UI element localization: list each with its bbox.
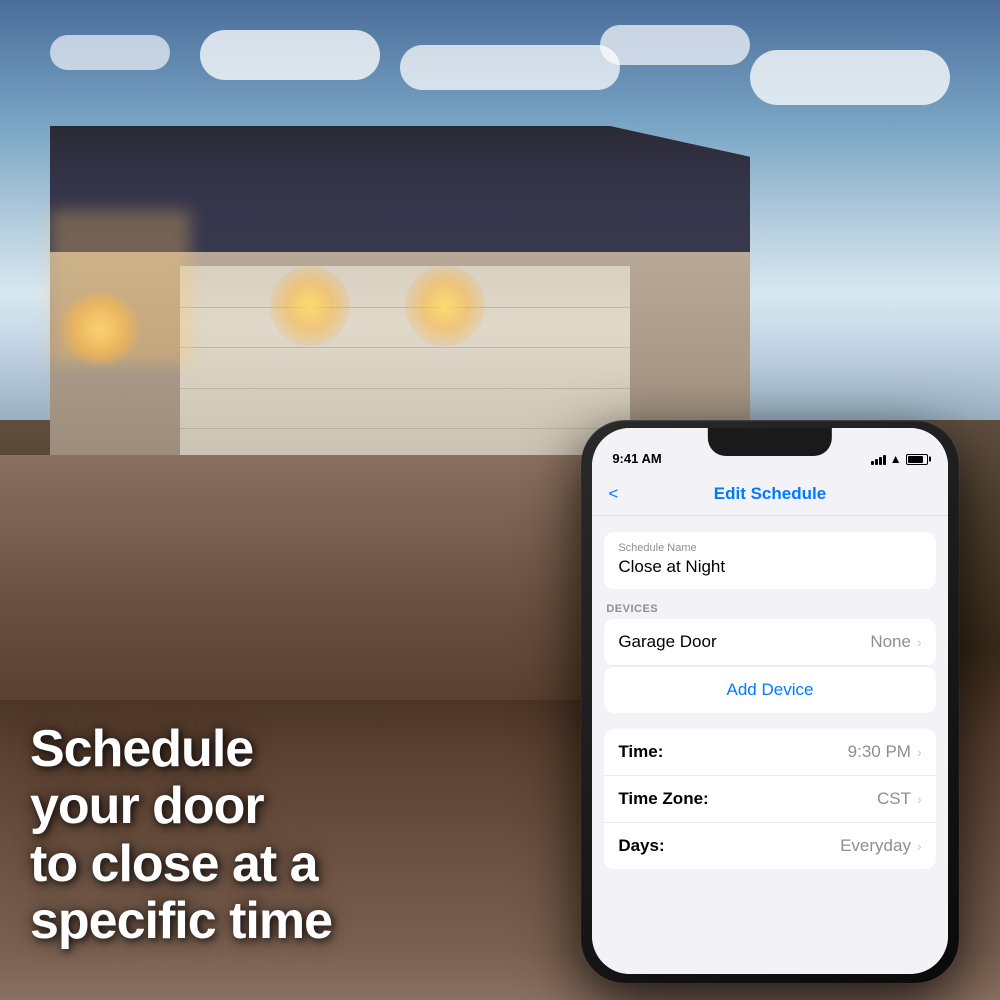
bar2	[875, 459, 878, 465]
schedule-name-section: Schedule Name Close at Night	[604, 532, 935, 589]
days-label: Days:	[618, 836, 664, 856]
device-status: None	[870, 632, 911, 652]
days-chevron: ›	[917, 838, 922, 854]
timezone-right: CST ›	[877, 789, 922, 809]
app-content: Schedule Name Close at Night DEVICES Gar…	[592, 516, 947, 974]
timezone-row[interactable]: Time Zone: CST ›	[604, 776, 935, 823]
devices-section-header: DEVICES	[592, 589, 947, 619]
wifi-icon: ▲	[890, 452, 902, 466]
schedule-name-value[interactable]: Close at Night	[618, 557, 921, 577]
timezone-chevron: ›	[917, 791, 922, 807]
time-row[interactable]: Time: 9:30 PM ›	[604, 729, 935, 776]
bar4	[883, 455, 886, 465]
signal-icon	[871, 453, 886, 465]
overlay-line3: to close at a	[30, 836, 550, 893]
time-label: Time:	[618, 742, 663, 762]
overlay-line4: specific time	[30, 893, 550, 950]
light-glow-left	[270, 266, 350, 346]
device-row: Garage Door None ›	[604, 619, 935, 666]
light-glow-right	[405, 266, 485, 346]
notch	[708, 428, 832, 456]
days-right: Everyday ›	[840, 836, 922, 856]
timezone-value: CST	[877, 789, 911, 809]
schedule-name-field: Schedule Name Close at Night	[604, 532, 935, 589]
bar3	[879, 457, 882, 465]
add-device-button[interactable]: Add Device	[604, 667, 935, 713]
overlay-text: Schedule your door to close at a specifi…	[30, 721, 550, 950]
schedule-name-label: Schedule Name	[618, 542, 921, 554]
add-device-row: Add Device	[604, 667, 935, 713]
status-icons: ▲	[871, 452, 928, 466]
garage-lights	[180, 266, 630, 371]
overlay-line1: Schedule	[30, 721, 550, 778]
battery-fill	[908, 456, 923, 463]
nav-title: Edit Schedule	[714, 484, 826, 504]
device-name: Garage Door	[618, 632, 716, 652]
battery-icon	[906, 454, 928, 465]
chevron-icon: ›	[917, 634, 922, 650]
phone-screen: 9:41 AM ▲ < Edit Schedule	[592, 428, 947, 974]
bar1	[871, 461, 874, 465]
room-glow	[50, 210, 190, 364]
days-row[interactable]: Days: Everyday ›	[604, 823, 935, 869]
back-button[interactable]: <	[608, 484, 618, 504]
days-value: Everyday	[840, 836, 911, 856]
time-chevron: ›	[917, 744, 922, 760]
settings-section: Time: 9:30 PM › Time Zone: CST ›	[604, 729, 935, 869]
time-right: 9:30 PM ›	[848, 742, 922, 762]
nav-bar: < Edit Schedule	[592, 472, 947, 516]
phone: 9:41 AM ▲ < Edit Schedule	[560, 420, 980, 1000]
device-right: None ›	[870, 632, 921, 652]
time-value: 9:30 PM	[848, 742, 911, 762]
phone-body: 9:41 AM ▲ < Edit Schedule	[581, 420, 959, 983]
overlay-line2: your door	[30, 778, 550, 835]
status-time: 9:41 AM	[612, 451, 661, 466]
garage-door-item[interactable]: Garage Door None ›	[604, 619, 935, 666]
timezone-label: Time Zone:	[618, 789, 708, 809]
